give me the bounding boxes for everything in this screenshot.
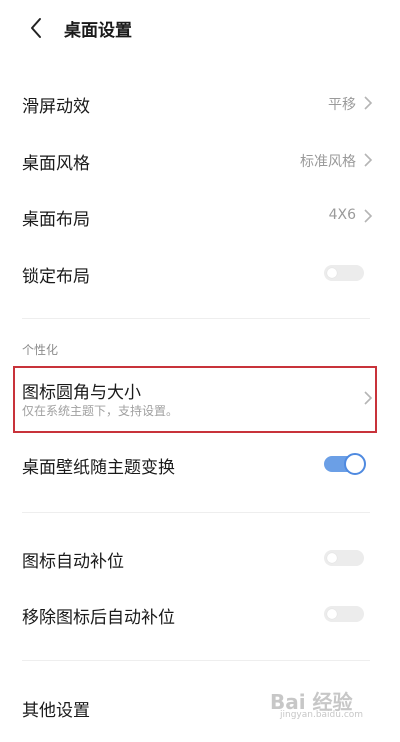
lock-layout-toggle[interactable]: [324, 265, 364, 281]
setting-value: 标准风格: [300, 154, 356, 170]
setting-subtitle: 仅在系统主题下，支持设置。: [22, 404, 179, 418]
back-button[interactable]: [22, 14, 50, 42]
page-title: 桌面设置: [64, 21, 132, 41]
setting-label: 图标圆角与大小: [22, 383, 141, 403]
setting-value: 4X6: [328, 207, 356, 223]
setting-label: 图标自动补位: [22, 552, 124, 572]
setting-label: 其他设置: [22, 701, 90, 721]
setting-row-icon-auto-fill: 图标自动补位: [0, 535, 400, 581]
setting-label: 移除图标后自动补位: [22, 608, 175, 628]
setting-row-lock-layout: 锁定布局: [0, 250, 400, 296]
divider: [22, 512, 370, 513]
setting-row-desktop-style[interactable]: 桌面风格 标准风格: [0, 137, 400, 183]
setting-row-icon-corner-size[interactable]: 图标圆角与大小: [0, 368, 400, 430]
chevron-left-icon: [31, 18, 41, 38]
setting-row-scroll-effect[interactable]: 滑屏动效 平移: [0, 80, 400, 126]
toggle-knob: [327, 553, 337, 563]
setting-label: 桌面风格: [22, 154, 90, 174]
toggle-knob: [327, 268, 337, 278]
divider: [22, 660, 370, 661]
setting-label: 滑屏动效: [22, 97, 90, 117]
setting-row-desktop-layout[interactable]: 桌面布局 4X6: [0, 193, 400, 239]
icon-auto-fill-toggle[interactable]: [324, 550, 364, 566]
setting-value: 平移: [328, 97, 356, 113]
toggle-knob: [344, 453, 366, 475]
setting-row-auto-fill-after-remove: 移除图标后自动补位: [0, 591, 400, 637]
header: 桌面设置: [0, 0, 400, 56]
setting-label: 桌面壁纸随主题变换: [22, 458, 175, 478]
watermark-url: jingyan.baidu.com: [280, 710, 364, 720]
chevron-right-icon: [364, 96, 373, 110]
divider: [22, 318, 370, 319]
toggle-knob: [327, 609, 337, 619]
auto-fill-after-remove-toggle[interactable]: [324, 606, 364, 622]
chevron-right-icon: [364, 391, 373, 405]
setting-label: 锁定布局: [22, 267, 90, 287]
section-header-personalization: 个性化: [22, 343, 59, 357]
setting-row-wallpaper-follow-theme: 桌面壁纸随主题变换: [0, 441, 400, 487]
watermark: Bai 经验 jingyan.baidu.com: [270, 686, 380, 722]
chevron-right-icon: [364, 153, 373, 167]
setting-label: 桌面布局: [22, 210, 90, 230]
wallpaper-follow-theme-toggle[interactable]: [324, 453, 366, 475]
chevron-right-icon: [364, 209, 373, 223]
